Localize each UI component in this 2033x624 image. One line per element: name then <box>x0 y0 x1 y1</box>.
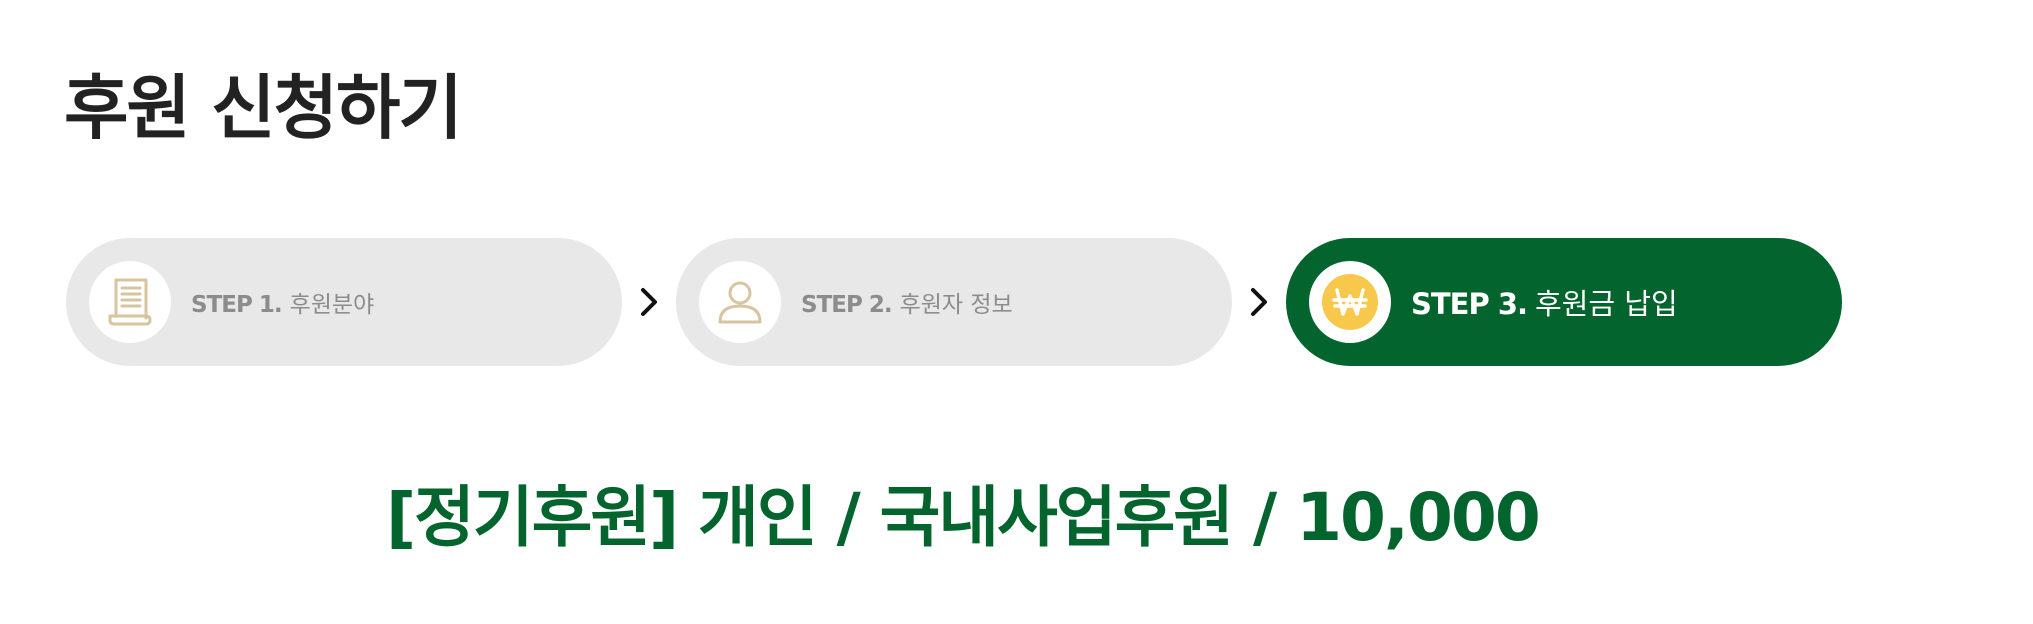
step-3-payment[interactable]: STEP 3. 후원금 납입 <box>1286 238 1842 366</box>
step-indicator: STEP 1. 후원분야 STEP 2. 후원자 정보 STEP 3. 후원금 … <box>66 238 1842 366</box>
page-title: 후원 신청하기 <box>64 67 463 149</box>
step-2-icon-circle <box>699 261 781 343</box>
step-1-text: STEP 1. 후원분야 <box>191 285 374 319</box>
step-2-text: STEP 2. 후원자 정보 <box>801 285 1013 319</box>
step-1-label: 후원분야 <box>289 292 375 318</box>
step-1-icon-circle <box>89 261 171 343</box>
step-1-number: STEP 1. <box>191 292 283 318</box>
step-separator-1 <box>622 238 676 366</box>
step-3-text: STEP 3. 후원금 납입 <box>1411 281 1678 323</box>
chevron-right-icon <box>641 288 657 316</box>
chevron-right-icon <box>1251 288 1267 316</box>
step-2-number: STEP 2. <box>801 292 893 318</box>
donation-summary: [정기후원] 개인 / 국내사업후원 / 10,000 <box>386 479 1541 556</box>
step-3-number: STEP 3. <box>1411 287 1528 321</box>
step-3-icon-circle <box>1309 261 1391 343</box>
step-2-label: 후원자 정보 <box>899 292 1013 318</box>
person-icon <box>718 281 762 324</box>
step-1-donation-field[interactable]: STEP 1. 후원분야 <box>66 238 622 366</box>
step-3-label: 후원금 납입 <box>1535 287 1678 321</box>
step-2-donor-info[interactable]: STEP 2. 후원자 정보 <box>676 238 1232 366</box>
step-separator-2 <box>1232 238 1286 366</box>
document-icon <box>108 278 152 326</box>
won-coin-icon <box>1322 274 1378 330</box>
